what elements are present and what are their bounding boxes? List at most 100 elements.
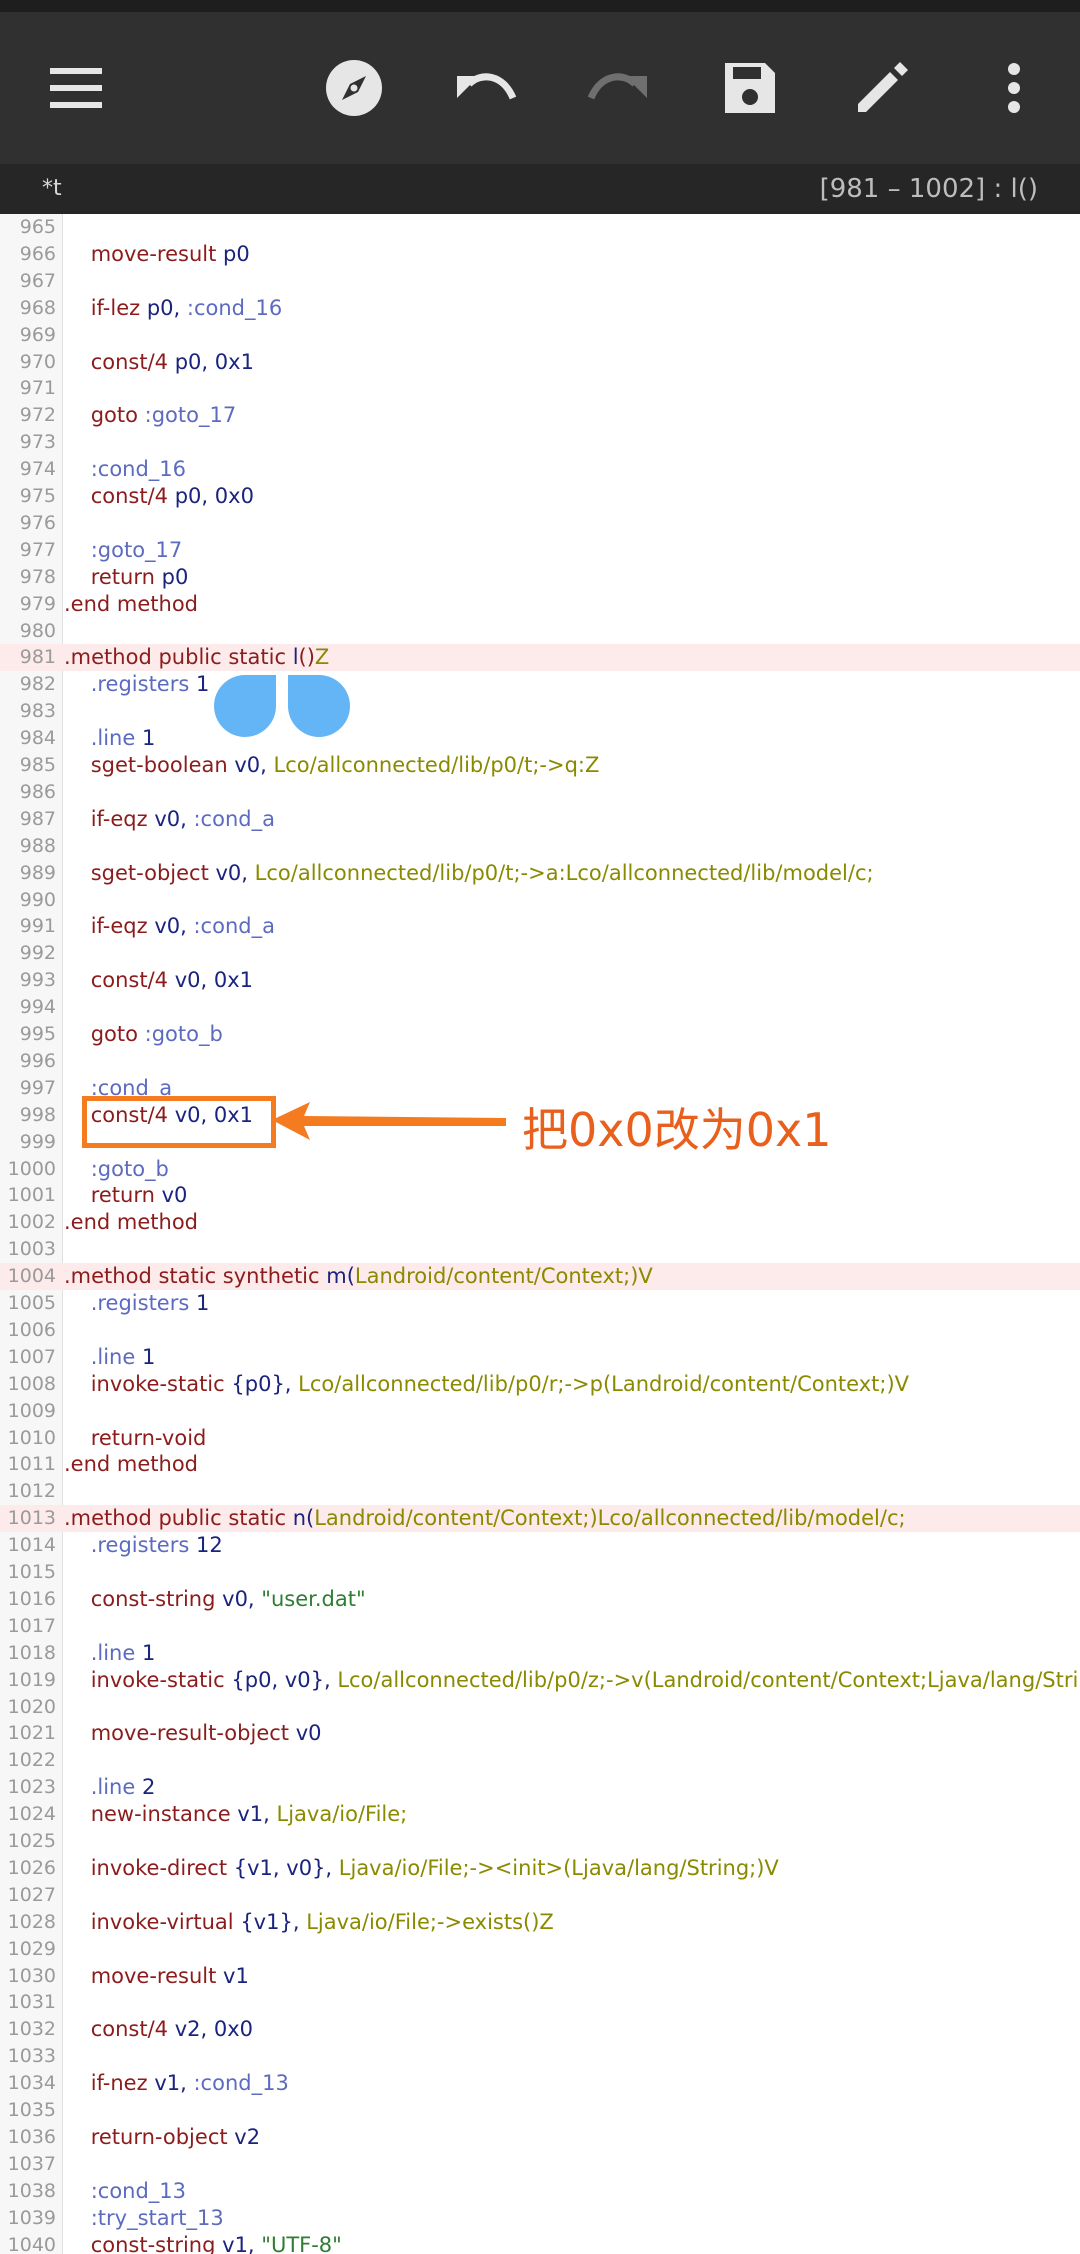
code-line[interactable]: 994 [0, 994, 1080, 1021]
undo-icon[interactable] [450, 52, 522, 124]
code-line[interactable]: 1023 .line 2 [0, 1774, 1080, 1801]
code-line[interactable]: 1015 [0, 1559, 1080, 1586]
code-line[interactable]: 1029 [0, 1936, 1080, 1963]
code-line[interactable]: 995 goto :goto_b [0, 1021, 1080, 1048]
code-line[interactable]: 1032 const/4 v2, 0x0 [0, 2016, 1080, 2043]
code-line[interactable]: 1013 .method public static n(Landroid/con… [0, 1505, 1080, 1533]
code-token: .end method [64, 591, 199, 616]
code-line[interactable]: 981 .method public static l()Z [0, 644, 1080, 672]
code-line[interactable]: 1030 move-result v1 [0, 1963, 1080, 1990]
code-line[interactable]: 1008 invoke-static {p0}, Lco/allconnecte… [0, 1371, 1080, 1398]
code-token: :goto_b [144, 1022, 223, 1046]
code-line[interactable]: 1009 [0, 1398, 1080, 1425]
code-line[interactable]: 965 [0, 214, 1080, 241]
code-token: return [90, 564, 155, 589]
code-line[interactable]: 988 [0, 833, 1080, 860]
code-line[interactable]: 1038 :cond_13 [0, 2178, 1080, 2205]
code-line[interactable]: 1035 [0, 2097, 1080, 2124]
code-line[interactable]: 1001 return v0 [0, 1182, 1080, 1209]
code-line[interactable]: 1012 [0, 1478, 1080, 1505]
code-line[interactable]: 979 .end method [0, 591, 1080, 618]
code-line[interactable]: 993 const/4 v0, 0x1 [0, 967, 1080, 994]
code-line[interactable]: 1037 [0, 2151, 1080, 2178]
code-line[interactable]: 985 sget-boolean v0, Lco/allconnected/li… [0, 752, 1080, 779]
code-token: :cond_a [193, 914, 275, 939]
code-line[interactable]: 966 move-result p0 [0, 241, 1080, 268]
code-line[interactable]: 974 :cond_16 [0, 456, 1080, 483]
code-line[interactable]: 1005 .registers 1 [0, 1290, 1080, 1317]
code-token: v2, [174, 2017, 208, 2042]
menu-icon[interactable] [40, 52, 112, 124]
code-line[interactable]: 1006 [0, 1317, 1080, 1344]
code-line[interactable]: 969 [0, 322, 1080, 349]
code-line[interactable]: 1025 [0, 1828, 1080, 1855]
code-line[interactable]: 978 return p0 [0, 564, 1080, 591]
text-selection-handles[interactable] [214, 675, 350, 737]
code-line[interactable]: 986 [0, 779, 1080, 806]
code-line[interactable]: 975 const/4 p0, 0x0 [0, 483, 1080, 510]
code-line[interactable]: 1034 if-nez v1, :cond_13 [0, 2070, 1080, 2097]
code-line[interactable]: 984 .line 1 [0, 725, 1080, 752]
code-line[interactable]: 1027 [0, 1882, 1080, 1909]
code-line[interactable]: 980 [0, 618, 1080, 645]
code-line[interactable]: 1036 return-object v2 [0, 2124, 1080, 2151]
code-line[interactable]: 1002 .end method [0, 1209, 1080, 1236]
code-line[interactable]: 1021 move-result-object v0 [0, 1720, 1080, 1747]
file-tab[interactable]: *t [42, 176, 62, 201]
code-line[interactable]: 1016 const-string v0, "user.dat" [0, 1586, 1080, 1613]
code-line[interactable]: 1014 .registers 12 [0, 1532, 1080, 1559]
code-token: invoke-direct [90, 1855, 228, 1880]
code-line[interactable]: 989 sget-object v0, Lco/allconnected/lib… [0, 860, 1080, 887]
code-line[interactable]: 1020 [0, 1694, 1080, 1721]
code-line[interactable]: 1039 :try_start_13 [0, 2205, 1080, 2232]
code-line[interactable]: 973 [0, 429, 1080, 456]
code-line[interactable]: 1003 [0, 1236, 1080, 1263]
code-line[interactable]: 1026 invoke-direct {v1, v0}, Ljava/io/Fi… [0, 1855, 1080, 1882]
code-line[interactable]: 970 const/4 p0, 0x1 [0, 349, 1080, 376]
code-line[interactable]: 967 [0, 268, 1080, 295]
code-line[interactable]: 1019 invoke-static {p0, v0}, Lco/allconn… [0, 1667, 1080, 1694]
code-line[interactable]: 991 if-eqz v0, :cond_a [0, 913, 1080, 940]
selection-handle-start[interactable] [214, 675, 276, 737]
code-token: .line [90, 1344, 136, 1369]
code-line[interactable]: 971 [0, 375, 1080, 402]
code-line[interactable]: 987 if-eqz v0, :cond_a [0, 806, 1080, 833]
line-number: 1013 [7, 1507, 56, 1530]
compass-icon[interactable] [318, 52, 390, 124]
code-line[interactable]: 1024 new-instance v1, Ljava/io/File; [0, 1801, 1080, 1828]
code-line[interactable]: 996 [0, 1048, 1080, 1075]
code-line[interactable]: 968 if-lez p0, :cond_16 [0, 295, 1080, 322]
code-line[interactable]: 972 goto :goto_17 [0, 402, 1080, 429]
code-line[interactable]: 1040 const-string v1, "UTF-8" [0, 2232, 1080, 2254]
code-line[interactable]: 1028 invoke-virtual {v1}, Ljava/io/File;… [0, 1909, 1080, 1936]
code-line[interactable]: 990 [0, 887, 1080, 914]
selection-handle-end[interactable] [288, 675, 350, 737]
code-line[interactable]: 1018 .line 1 [0, 1640, 1080, 1667]
code-line[interactable]: 1004 .method static synthetic m(Landroid/… [0, 1263, 1080, 1291]
code-line[interactable]: 1010 return-void [0, 1425, 1080, 1452]
code-line[interactable]: 982 .registers 1 [0, 671, 1080, 698]
code-line[interactable]: 1031 [0, 1989, 1080, 2016]
line-number: 1028 [7, 1910, 56, 1933]
code-line[interactable]: 1017 [0, 1613, 1080, 1640]
redo-icon[interactable] [582, 52, 654, 124]
code-line[interactable]: 1007 .line 1 [0, 1344, 1080, 1371]
more-vert-icon[interactable] [978, 52, 1050, 124]
code-line[interactable]: 983 [0, 698, 1080, 725]
code-token: return [90, 1183, 155, 1208]
edit-icon[interactable] [846, 52, 918, 124]
code-line[interactable]: 1033 [0, 2043, 1080, 2070]
code-line[interactable]: 976 [0, 510, 1080, 537]
code-line[interactable]: 1022 [0, 1747, 1080, 1774]
code-token: move-result [90, 241, 217, 266]
save-icon[interactable] [714, 52, 786, 124]
code-line[interactable]: 1011 .end method [0, 1451, 1080, 1478]
code-line[interactable]: 977 :goto_17 [0, 537, 1080, 564]
code-line[interactable]: 992 [0, 940, 1080, 967]
code-text: const-string v1, "UTF-8" [64, 2232, 342, 2254]
code-editor[interactable]: 965 966 move-result p0 967 968 if-lez p0, :… [0, 214, 1080, 2254]
code-text: .method public static n(Landroid/content… [64, 1505, 906, 1532]
